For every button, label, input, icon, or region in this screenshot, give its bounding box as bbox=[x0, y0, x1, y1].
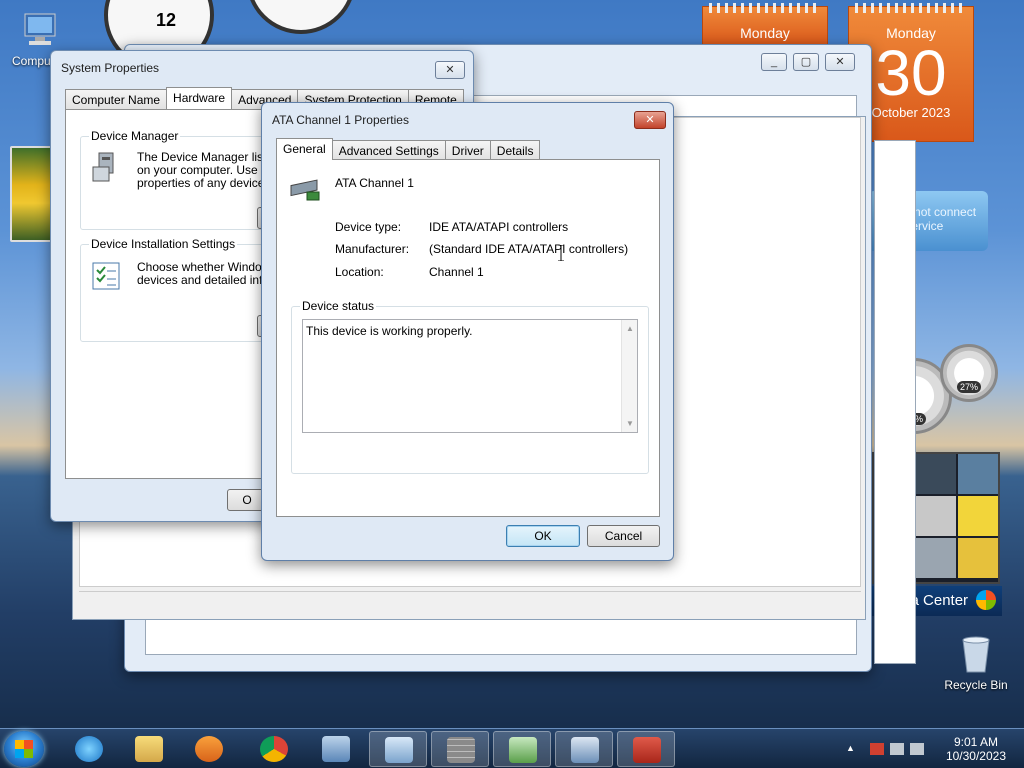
device-manager-icon bbox=[91, 151, 121, 183]
scroll-up-icon[interactable]: ▲ bbox=[626, 324, 634, 333]
ata-channel-properties-dialog[interactable]: ATA Channel 1 Properties ✕ General Advan… bbox=[261, 102, 674, 561]
clock-date: 10/30/2023 bbox=[945, 749, 1006, 763]
computer-icon bbox=[322, 736, 350, 762]
location-label: Location: bbox=[335, 265, 384, 279]
taskbar-media-player[interactable] bbox=[180, 731, 238, 767]
tab-general[interactable]: General bbox=[276, 138, 333, 160]
taskbar-firewall[interactable] bbox=[431, 731, 489, 767]
ok-button[interactable]: OK bbox=[506, 525, 580, 547]
volume-muted-icon[interactable] bbox=[910, 743, 924, 755]
device-type-label: Device type: bbox=[335, 220, 402, 234]
firewall-icon bbox=[447, 737, 475, 763]
cancel-button[interactable]: Cancel bbox=[587, 525, 660, 547]
general-panel: ATA Channel 1 Device type: IDE ATA/ATAPI… bbox=[276, 159, 660, 517]
taskbar-control-panel[interactable] bbox=[369, 731, 427, 767]
start-button[interactable] bbox=[4, 731, 44, 767]
play-icon[interactable] bbox=[916, 496, 956, 536]
group-heading: Device Manager bbox=[89, 129, 181, 143]
close-button[interactable]: ✕ bbox=[435, 61, 465, 79]
scroll-down-icon[interactable]: ▼ bbox=[626, 419, 634, 428]
text-cursor-icon bbox=[558, 244, 564, 262]
taskbar: ▲ 9:01 AM 10/30/2023 bbox=[0, 728, 1024, 768]
group-heading: Device Installation Settings bbox=[89, 237, 238, 251]
device-status-textbox[interactable]: This device is working properly. ▲ ▼ bbox=[302, 319, 638, 433]
recycle-bin-icon bbox=[955, 632, 997, 674]
vertical-scrollbar[interactable]: ▲ ▼ bbox=[621, 320, 637, 432]
media-player-icon bbox=[195, 736, 223, 762]
taskbar-explorer[interactable] bbox=[120, 731, 178, 767]
folder-icon bbox=[135, 736, 163, 762]
clock-numeral: 12 bbox=[156, 10, 177, 30]
system-tray: ▲ 9:01 AM 10/30/2023 bbox=[834, 729, 1024, 768]
calendar-gadget-small[interactable]: Monday bbox=[702, 3, 828, 46]
desktop-icon-recycle-bin[interactable]: Recycle Bin bbox=[940, 632, 1012, 692]
chrome-icon bbox=[260, 736, 288, 762]
close-button[interactable]: ✕ bbox=[825, 53, 855, 71]
tab-computer-name[interactable]: Computer Name bbox=[65, 89, 168, 109]
device-type-value: IDE ATA/ATAPI controllers bbox=[429, 220, 569, 234]
windows-logo-icon bbox=[976, 590, 996, 610]
group-heading: Device status bbox=[300, 299, 377, 313]
maximize-button[interactable]: ▢ bbox=[793, 53, 819, 71]
manufacturer-value: (Standard IDE ATA/ATAPI controllers) bbox=[429, 242, 629, 256]
close-button[interactable]: ✕ bbox=[634, 111, 666, 129]
device-name: ATA Channel 1 bbox=[335, 176, 414, 190]
device-status-group: Device status This device is working pro… bbox=[291, 299, 649, 474]
taskbar-internet-explorer[interactable] bbox=[60, 731, 118, 767]
clock-gadget-2[interactable] bbox=[246, 0, 356, 34]
internet-explorer-icon bbox=[75, 736, 103, 762]
action-center-icon[interactable] bbox=[870, 743, 884, 755]
background-window-scrollbar[interactable] bbox=[874, 140, 916, 664]
system-properties-icon bbox=[571, 737, 599, 763]
desktop-icon-label: Recycle Bin bbox=[944, 678, 1008, 692]
computer-icon bbox=[19, 8, 61, 50]
device-status-text: This device is working properly. bbox=[306, 324, 473, 338]
show-hidden-icons-icon[interactable]: ▲ bbox=[846, 743, 860, 755]
clock-time: 9:01 AM bbox=[953, 735, 998, 749]
control-panel-icon bbox=[385, 737, 413, 763]
location-value: Channel 1 bbox=[429, 265, 484, 279]
tab-strip: General Advanced Settings Driver Details bbox=[276, 138, 541, 160]
windows-logo-icon bbox=[15, 740, 33, 758]
manufacturer-label: Manufacturer: bbox=[335, 242, 410, 256]
tab-advanced-settings[interactable]: Advanced Settings bbox=[331, 140, 446, 160]
taskbar-system-properties[interactable] bbox=[555, 731, 613, 767]
tab-details[interactable]: Details bbox=[489, 140, 541, 160]
calendar-day: Monday bbox=[740, 25, 790, 41]
memory-meter-gadget[interactable]: 27% bbox=[940, 344, 998, 402]
taskbar-system[interactable] bbox=[307, 731, 365, 767]
checklist-icon bbox=[91, 261, 121, 291]
status-bar bbox=[79, 591, 861, 611]
photo-gadget[interactable] bbox=[10, 146, 52, 242]
dialog-title: ATA Channel 1 Properties bbox=[272, 113, 409, 127]
taskbar-network[interactable] bbox=[493, 731, 551, 767]
network-icon bbox=[509, 737, 537, 763]
network-tray-icon[interactable] bbox=[890, 743, 904, 755]
tab-hardware[interactable]: Hardware bbox=[166, 87, 233, 109]
taskbar-chrome[interactable] bbox=[245, 731, 303, 767]
taskbar-clock[interactable]: 9:01 AM 10/30/2023 bbox=[946, 735, 1006, 763]
tab-driver[interactable]: Driver bbox=[444, 140, 491, 160]
memory-meter-value: 27% bbox=[956, 381, 982, 393]
minimize-button[interactable]: _ bbox=[761, 53, 787, 71]
window-title: System Properties bbox=[61, 61, 160, 75]
taskbar-device-properties[interactable] bbox=[617, 731, 675, 767]
toolbox-icon bbox=[633, 737, 661, 763]
ide-controller-icon bbox=[289, 176, 323, 206]
